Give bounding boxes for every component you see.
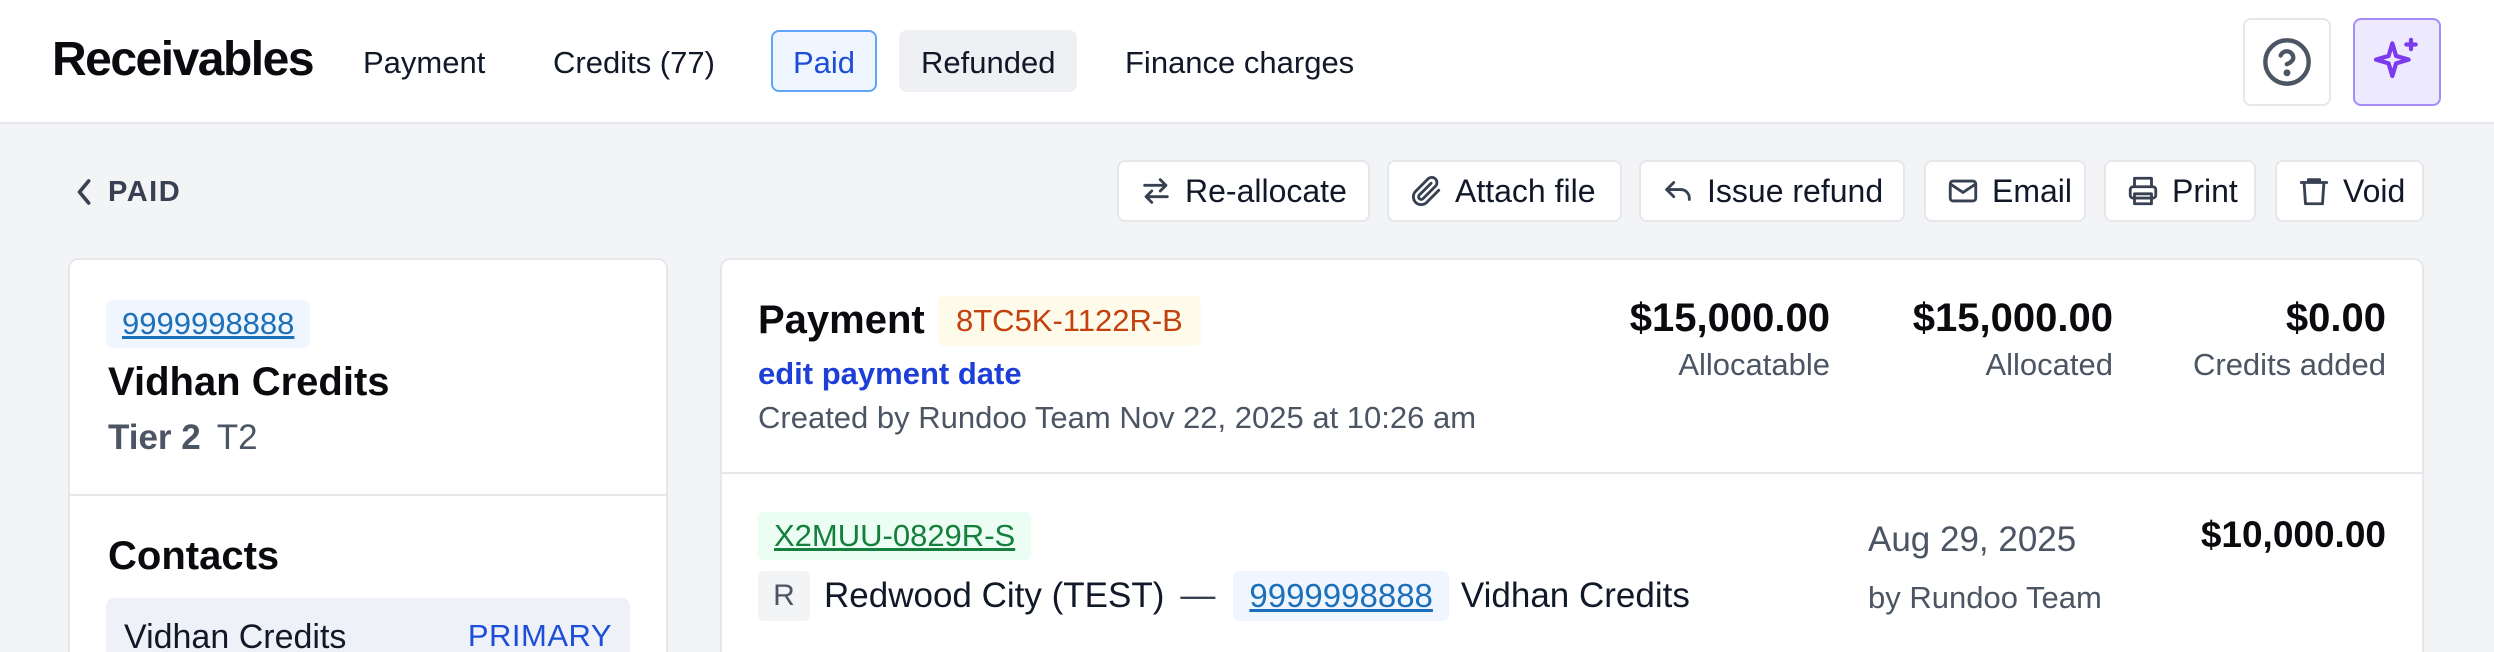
- stat-amount: $15,000.00: [1912, 296, 2113, 340]
- print-label: Print: [2172, 172, 2238, 209]
- customer-name: Vidhan Credits: [108, 360, 390, 404]
- back-to-paid-link[interactable]: PAID: [74, 172, 181, 212]
- divider: [70, 494, 666, 496]
- allocation-date: Aug 29, 2025: [1868, 520, 2077, 559]
- app-title: Receivables: [52, 33, 315, 86]
- issue-refund-label: Issue refund: [1707, 172, 1884, 209]
- tier-label: Tier 2: [108, 418, 201, 457]
- stat-label: Allocatable: [1678, 347, 1830, 382]
- payment-heading: Payment: [758, 298, 925, 342]
- attach-file-label: Attach file: [1455, 172, 1596, 209]
- print-button[interactable]: Print: [2104, 160, 2256, 222]
- tab-credits[interactable]: Credits (77): [531, 30, 737, 92]
- created-info: Created by Rundoo Team Nov 22, 2025 at 1…: [758, 400, 1477, 435]
- back-label: PAID: [108, 175, 182, 208]
- ai-assistant-button[interactable]: [2353, 18, 2441, 106]
- help-button[interactable]: [2243, 18, 2331, 106]
- customer-card: 9999998888 Vidhan Credits Tier 2 T2 Conta…: [68, 258, 668, 652]
- email-label: Email: [1992, 172, 2073, 209]
- stat-allocated: $15,000.00 Allocated: [1913, 296, 2113, 383]
- chevron-left-icon: [77, 179, 91, 205]
- payment-reference-badge: 8TC5K-1122R-B: [938, 296, 1201, 346]
- stat-amount: $0.00: [2285, 296, 2386, 340]
- contact-item[interactable]: Vidhan Credits PRIMARY: [106, 598, 630, 652]
- top-bar: Receivables Payment Credits (77) Paid Re…: [0, 0, 2494, 124]
- issue-refund-button[interactable]: Issue refund: [1639, 160, 1905, 222]
- stat-label: Allocated: [1985, 347, 2113, 382]
- question-circle-icon: [2263, 38, 2311, 86]
- email-button[interactable]: Email: [1924, 160, 2086, 222]
- envelope-icon: [1948, 179, 1978, 203]
- tab-finance-charges[interactable]: Finance charges: [1103, 30, 1376, 92]
- paperclip-icon: [1411, 175, 1441, 207]
- stat-credits-added: $0.00 Credits added: [2193, 296, 2386, 383]
- sparkles-icon: [2373, 37, 2418, 79]
- reallocate-label: Re-allocate: [1185, 172, 1347, 209]
- location-badge: R: [758, 571, 810, 621]
- allocation-customer-name: Vidhan Credits: [1460, 576, 1690, 615]
- allocation-reference-link[interactable]: X2MUU-0829R-S: [758, 512, 1032, 560]
- contacts-heading: Contacts: [108, 534, 280, 578]
- allocation-customer-id-link[interactable]: 9999998888: [1233, 571, 1449, 621]
- primary-badge: PRIMARY: [467, 618, 612, 652]
- contact-name: Vidhan Credits: [124, 618, 347, 652]
- reallocate-button[interactable]: Re-allocate: [1117, 160, 1370, 222]
- swap-arrows-icon: [1143, 178, 1169, 204]
- location-name: Redwood City (TEST): [824, 576, 1165, 615]
- tab-refunded[interactable]: Refunded: [899, 30, 1078, 92]
- tab-paid[interactable]: Paid: [771, 30, 878, 92]
- trash-icon: [2299, 178, 2329, 206]
- stat-amount: $15,000.00: [1629, 296, 1830, 340]
- separator: —: [1180, 576, 1216, 615]
- customer-id-link[interactable]: 9999998888: [106, 300, 311, 348]
- payment-card: Payment 8TC5K-1122R-B edit payment date …: [720, 258, 2424, 652]
- divider: [722, 472, 2422, 474]
- attach-file-button[interactable]: Attach file: [1387, 160, 1622, 222]
- allocation-details: R Redwood City (TEST) — 9999998888 Vidha…: [758, 570, 1690, 622]
- reply-arrow-icon: [1665, 181, 1691, 201]
- stat-allocatable: $15,000.00 Allocatable: [1630, 296, 1830, 383]
- void-button[interactable]: Void: [2275, 160, 2424, 222]
- tab-payment[interactable]: Payment: [341, 30, 507, 92]
- void-label: Void: [2343, 172, 2406, 209]
- printer-icon: [2128, 176, 2158, 206]
- tier-code: T2: [216, 418, 258, 457]
- edit-payment-date-link[interactable]: edit payment date: [758, 356, 1022, 392]
- allocation-amount: $10,000.00: [2200, 514, 2386, 555]
- customer-tier: Tier 2 T2: [108, 418, 258, 458]
- stat-label: Credits added: [2192, 347, 2386, 382]
- allocation-author: by Rundoo Team: [1868, 580, 2102, 615]
